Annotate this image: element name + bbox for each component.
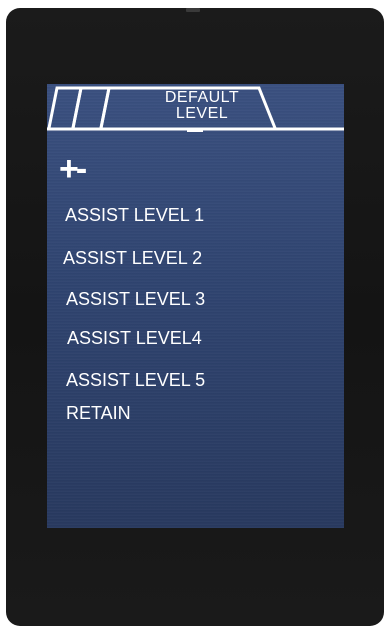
menu-item-assist-level-5[interactable]: ASSIST LEVEL 5 [66, 370, 205, 390]
menu-item-retain[interactable]: RETAIN [66, 403, 131, 423]
menu-item-assist-level-4[interactable]: ASSIST LEVEL4 [67, 328, 202, 348]
menu-item-assist-level-1[interactable]: ASSIST LEVEL 1 [65, 205, 204, 225]
plus-minus-icon[interactable]: +- [59, 152, 87, 186]
page-title-line1: DEFAULT [164, 89, 240, 106]
page-title-line2: LEVEL [175, 105, 229, 122]
display-screen: DEFAULT LEVEL +- ASSIST LEVEL 1 ASSIST L… [47, 84, 344, 528]
menu-item-assist-level-3[interactable]: ASSIST LEVEL 3 [66, 289, 205, 309]
header-bar: DEFAULT LEVEL [47, 84, 344, 134]
menu-item-assist-level-2[interactable]: ASSIST LEVEL 2 [63, 248, 202, 268]
device-notch [186, 8, 200, 12]
page-title: DEFAULT LEVEL [133, 90, 271, 122]
